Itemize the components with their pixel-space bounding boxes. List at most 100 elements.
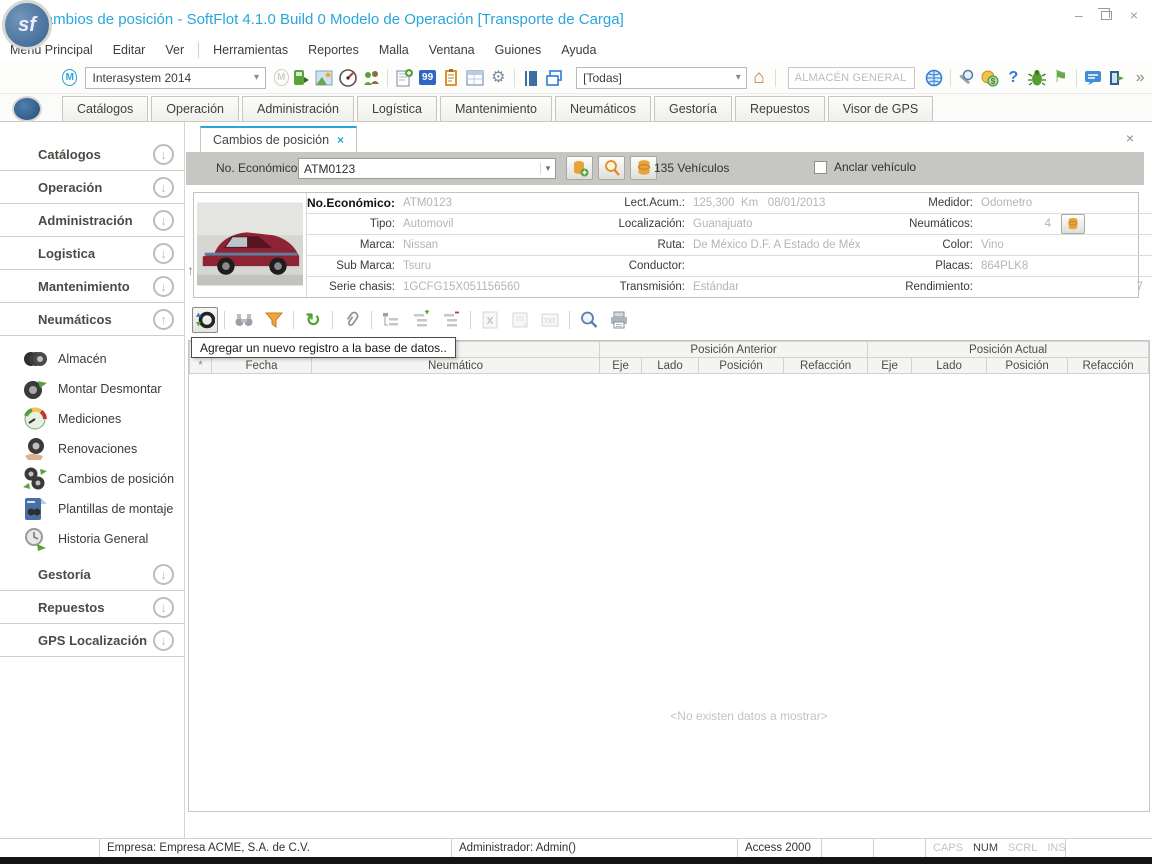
collapse-all-icon[interactable] bbox=[438, 307, 464, 333]
toolbar-overflow-icon[interactable]: » bbox=[1129, 66, 1151, 90]
tree-view-icon[interactable] bbox=[378, 307, 404, 333]
col-eje-anterior[interactable]: Eje bbox=[600, 358, 642, 374]
print-icon[interactable] bbox=[606, 307, 632, 333]
sidebar-item-montar-desmontar[interactable]: Montar Desmontar bbox=[22, 374, 184, 404]
field-row: Serie chasis: 1GCFG15X051156560 Transmis… bbox=[307, 277, 1152, 297]
economico-combobox[interactable]: ATM0123 ▾ bbox=[298, 158, 556, 179]
tab-logistica[interactable]: Logística bbox=[357, 96, 437, 121]
chevron-down-icon: ▾ bbox=[540, 163, 555, 174]
gear-icon[interactable]: ⚙ bbox=[488, 66, 510, 90]
clipboard-icon[interactable] bbox=[440, 66, 462, 90]
company-select[interactable]: Interasystem 2014 ▾ bbox=[85, 67, 265, 89]
restore-button[interactable] bbox=[1101, 11, 1112, 20]
menu-guiones[interactable]: Guiones bbox=[485, 40, 552, 60]
coins-icon[interactable]: $ bbox=[979, 66, 1001, 90]
flag-icon[interactable]: ⚑ bbox=[1050, 66, 1072, 90]
expand-all-icon[interactable] bbox=[408, 307, 434, 333]
badge-99-icon[interactable]: 99 bbox=[417, 66, 439, 90]
sidebar-section-catalogos[interactable]: Catálogos ↓ bbox=[0, 138, 184, 171]
users-icon[interactable] bbox=[361, 66, 383, 90]
field-value: 125,300 Km 08/01/2013 bbox=[689, 197, 861, 209]
col-refaccion-anterior[interactable]: Refacción bbox=[784, 358, 868, 374]
softflot-logo: sf bbox=[2, 0, 52, 50]
col-lado-actual[interactable]: Lado bbox=[912, 358, 987, 374]
exit-door-icon[interactable] bbox=[1106, 66, 1128, 90]
search-vehicle-button[interactable] bbox=[598, 156, 625, 180]
globe-icon[interactable] bbox=[923, 66, 945, 90]
sidebar-item-mediciones[interactable]: Mediciones bbox=[22, 404, 184, 434]
tab-administracion[interactable]: Administración bbox=[242, 96, 354, 121]
tab-repuestos[interactable]: Repuestos bbox=[735, 96, 825, 121]
sidebar-section-operacion[interactable]: Operación ↓ bbox=[0, 171, 184, 204]
menu-editar[interactable]: Editar bbox=[103, 40, 156, 60]
sidebar-section-administracion[interactable]: Administración ↓ bbox=[0, 204, 184, 237]
tab-catalogos[interactable]: Catálogos bbox=[62, 96, 148, 121]
bug-icon[interactable] bbox=[1026, 66, 1048, 90]
anchor-vehicle-checkbox[interactable] bbox=[814, 161, 827, 174]
doctab-close-icon[interactable]: × bbox=[337, 133, 344, 147]
sidebar-item-almacen[interactable]: Almacén bbox=[22, 344, 184, 374]
add-vehicle-button[interactable] bbox=[566, 156, 593, 180]
warehouse-input[interactable]: ALMACÉN GENERAL bbox=[788, 67, 915, 89]
menu-reportes[interactable]: Reportes bbox=[298, 40, 369, 60]
sidebar-item-historia-general[interactable]: Historia General bbox=[22, 524, 184, 554]
binoculars-icon[interactable] bbox=[231, 307, 257, 333]
sidebar-section-neumaticos[interactable]: Neumáticos ↑ bbox=[0, 303, 184, 336]
gauge-icon[interactable] bbox=[337, 66, 359, 90]
tab-mantenimiento[interactable]: Mantenimiento bbox=[440, 96, 552, 121]
col-posicion-anterior[interactable]: Posición bbox=[699, 358, 784, 374]
columns-book-icon[interactable] bbox=[520, 66, 542, 90]
tabgroup-close-icon[interactable]: × bbox=[1126, 130, 1134, 146]
sidebar-item-plantillas-montaje[interactable]: Plantillas de montaje bbox=[22, 494, 184, 524]
sidebar-section-gps-localizacion[interactable]: GPS Localización ↓ bbox=[0, 624, 184, 657]
vehicle-photo bbox=[194, 193, 307, 297]
minimize-button[interactable]: – bbox=[1075, 8, 1083, 22]
tab-gestoria[interactable]: Gestoría bbox=[654, 96, 732, 121]
caps-lock-indicator: CAPS bbox=[933, 842, 963, 854]
chat-icon[interactable] bbox=[1082, 66, 1104, 90]
tab-neumaticos[interactable]: Neumáticos bbox=[555, 96, 651, 121]
sidebar-section-gestoria[interactable]: Gestoría ↓ bbox=[0, 558, 184, 591]
sidebar-section-logistica[interactable]: Logistica ↓ bbox=[0, 237, 184, 270]
filter-select[interactable]: [Todas] ▾ bbox=[576, 67, 747, 89]
doctab-cambios-posicion[interactable]: Cambios de posición × bbox=[200, 126, 357, 152]
col-eje-actual[interactable]: Eje bbox=[868, 358, 912, 374]
help-icon[interactable]: ? bbox=[1003, 66, 1025, 90]
menu-malla[interactable]: Malla bbox=[369, 40, 419, 60]
sidebar-item-renovaciones[interactable]: Renovaciones bbox=[22, 434, 184, 464]
m-badge-icon[interactable]: M bbox=[62, 69, 77, 86]
col-refaccion-actual[interactable]: Refacción bbox=[1068, 358, 1149, 374]
home-icon[interactable]: ⌂ bbox=[748, 66, 770, 90]
field-label: Neumáticos: bbox=[861, 218, 977, 230]
field-label: Sub Marca: bbox=[307, 260, 399, 272]
grid-window-icon[interactable] bbox=[464, 66, 486, 90]
tools-search-icon[interactable] bbox=[955, 66, 977, 90]
image-icon[interactable] bbox=[314, 66, 336, 90]
menu-ayuda[interactable]: Ayuda bbox=[551, 40, 606, 60]
sidebar-section-repuestos[interactable]: Repuestos ↓ bbox=[0, 591, 184, 624]
tab-visor-gps[interactable]: Visor de GPS bbox=[828, 96, 934, 121]
fuel-pump-icon[interactable] bbox=[290, 66, 312, 90]
menu-ver[interactable]: Ver bbox=[155, 40, 194, 60]
refresh-icon[interactable]: ↻ bbox=[300, 307, 326, 333]
menu-herramientas[interactable]: Herramientas bbox=[203, 40, 298, 60]
col-neumatico[interactable]: Neumático bbox=[312, 358, 600, 374]
vehicle-db-button[interactable] bbox=[630, 156, 657, 180]
tab-operacion[interactable]: Operación bbox=[151, 96, 239, 121]
sidebar-item-cambios-posicion[interactable]: Cambios de posición bbox=[22, 464, 184, 494]
col-lado-anterior[interactable]: Lado bbox=[642, 358, 699, 374]
new-record-button[interactable] bbox=[192, 307, 218, 333]
attachment-icon[interactable] bbox=[339, 307, 365, 333]
col-fecha[interactable]: Fecha bbox=[212, 358, 312, 374]
cascade-windows-icon[interactable] bbox=[544, 66, 566, 90]
neumaticos-db-button[interactable] bbox=[1061, 214, 1085, 234]
col-posicion-actual[interactable]: Posición bbox=[987, 358, 1068, 374]
sidebar-section-mantenimiento[interactable]: Mantenimiento ↓ bbox=[0, 270, 184, 303]
database-icon bbox=[1066, 217, 1080, 231]
preview-icon[interactable] bbox=[576, 307, 602, 333]
panel-collapse-icon[interactable]: ↑ bbox=[187, 262, 194, 278]
close-button[interactable]: × bbox=[1130, 8, 1138, 22]
menu-ventana[interactable]: Ventana bbox=[419, 40, 485, 60]
filter-funnel-icon[interactable] bbox=[261, 307, 287, 333]
new-document-icon[interactable] bbox=[393, 66, 415, 90]
